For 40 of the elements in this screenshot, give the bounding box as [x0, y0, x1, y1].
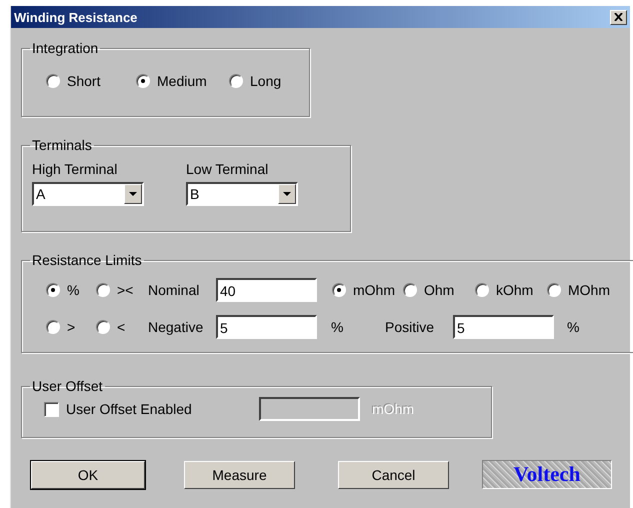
radio-button[interactable]: Ohm [403, 282, 475, 298]
radio-button[interactable]: Short [46, 73, 136, 89]
dropdown[interactable]: A [32, 182, 144, 206]
caret-icon [129, 192, 137, 196]
dropdown-button[interactable] [124, 184, 142, 204]
close-button[interactable] [610, 10, 627, 24]
close-icon [614, 13, 623, 21]
logo: Voltech [482, 460, 612, 489]
input-field[interactable]: 40 [216, 278, 317, 302]
radio-button[interactable]: >< [96, 282, 148, 298]
input-field[interactable]: 5 [453, 315, 554, 339]
unit-label: % [331, 319, 344, 335]
field-label: Low Terminal [186, 161, 270, 177]
radio-button[interactable]: % [46, 282, 96, 298]
group-label: Integration [31, 40, 100, 56]
unit-label: % [567, 319, 580, 335]
radio-button[interactable]: mOhm [332, 282, 403, 298]
window-title: Winding Resistance [14, 10, 138, 24]
group-label: Resistance Limits [31, 252, 143, 268]
field-label: Negative [148, 319, 204, 335]
dialog-button[interactable]: OK [31, 460, 145, 488]
radio-button[interactable]: Long [229, 73, 299, 89]
dropdown-button[interactable] [278, 184, 296, 204]
field-label: High Terminal [32, 161, 118, 177]
field-label: Positive [385, 319, 436, 335]
input-field[interactable]: 5 [216, 315, 317, 339]
checkbox[interactable]: User Offset Enabled [44, 401, 259, 417]
field-label: Nominal [148, 282, 200, 298]
dialog-button[interactable]: Measure [184, 460, 295, 488]
dialog-button[interactable]: Cancel [338, 460, 449, 488]
dropdown[interactable]: B [186, 182, 298, 206]
unit-label: mOhm [372, 401, 414, 417]
group-label: User Offset [31, 378, 104, 394]
radio-button[interactable]: kOhm [475, 282, 547, 298]
radio-button[interactable]: MOhm [547, 282, 623, 298]
radio-button[interactable]: > [46, 319, 96, 335]
radio-button[interactable]: < [96, 319, 148, 335]
group-label: Terminals [31, 137, 93, 153]
radio-button[interactable]: Medium [136, 73, 229, 89]
caret-icon [283, 192, 291, 196]
